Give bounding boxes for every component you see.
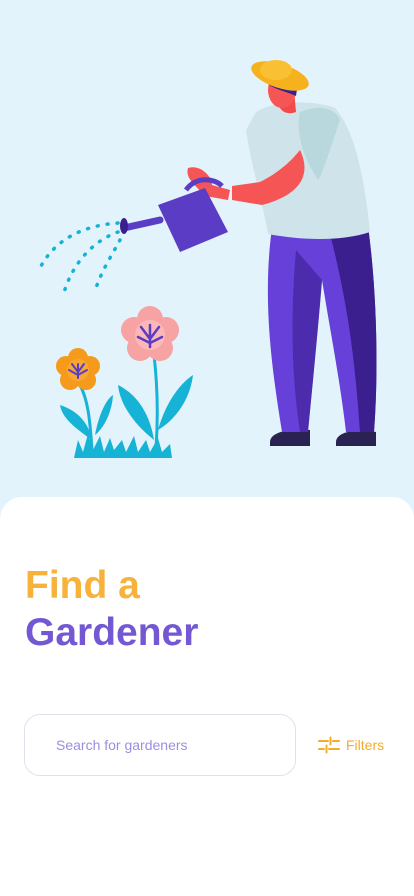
search-input[interactable]: [56, 715, 286, 775]
gardener-illustration: [36, 60, 377, 458]
search-box[interactable]: [24, 714, 296, 776]
filters-button[interactable]: Filters: [318, 734, 384, 756]
title-line-1: Find a: [25, 564, 140, 607]
water-drops: [36, 221, 122, 298]
title-line-2: Gardener: [25, 611, 199, 654]
flowers: [56, 306, 193, 458]
bottom-sheet: [0, 497, 414, 896]
sliders-icon: [318, 736, 340, 754]
hero-illustration: [0, 0, 414, 510]
gardener-figure: [120, 60, 377, 446]
filters-label: Filters: [346, 737, 385, 753]
page-title: Find a Gardener: [25, 562, 198, 656]
